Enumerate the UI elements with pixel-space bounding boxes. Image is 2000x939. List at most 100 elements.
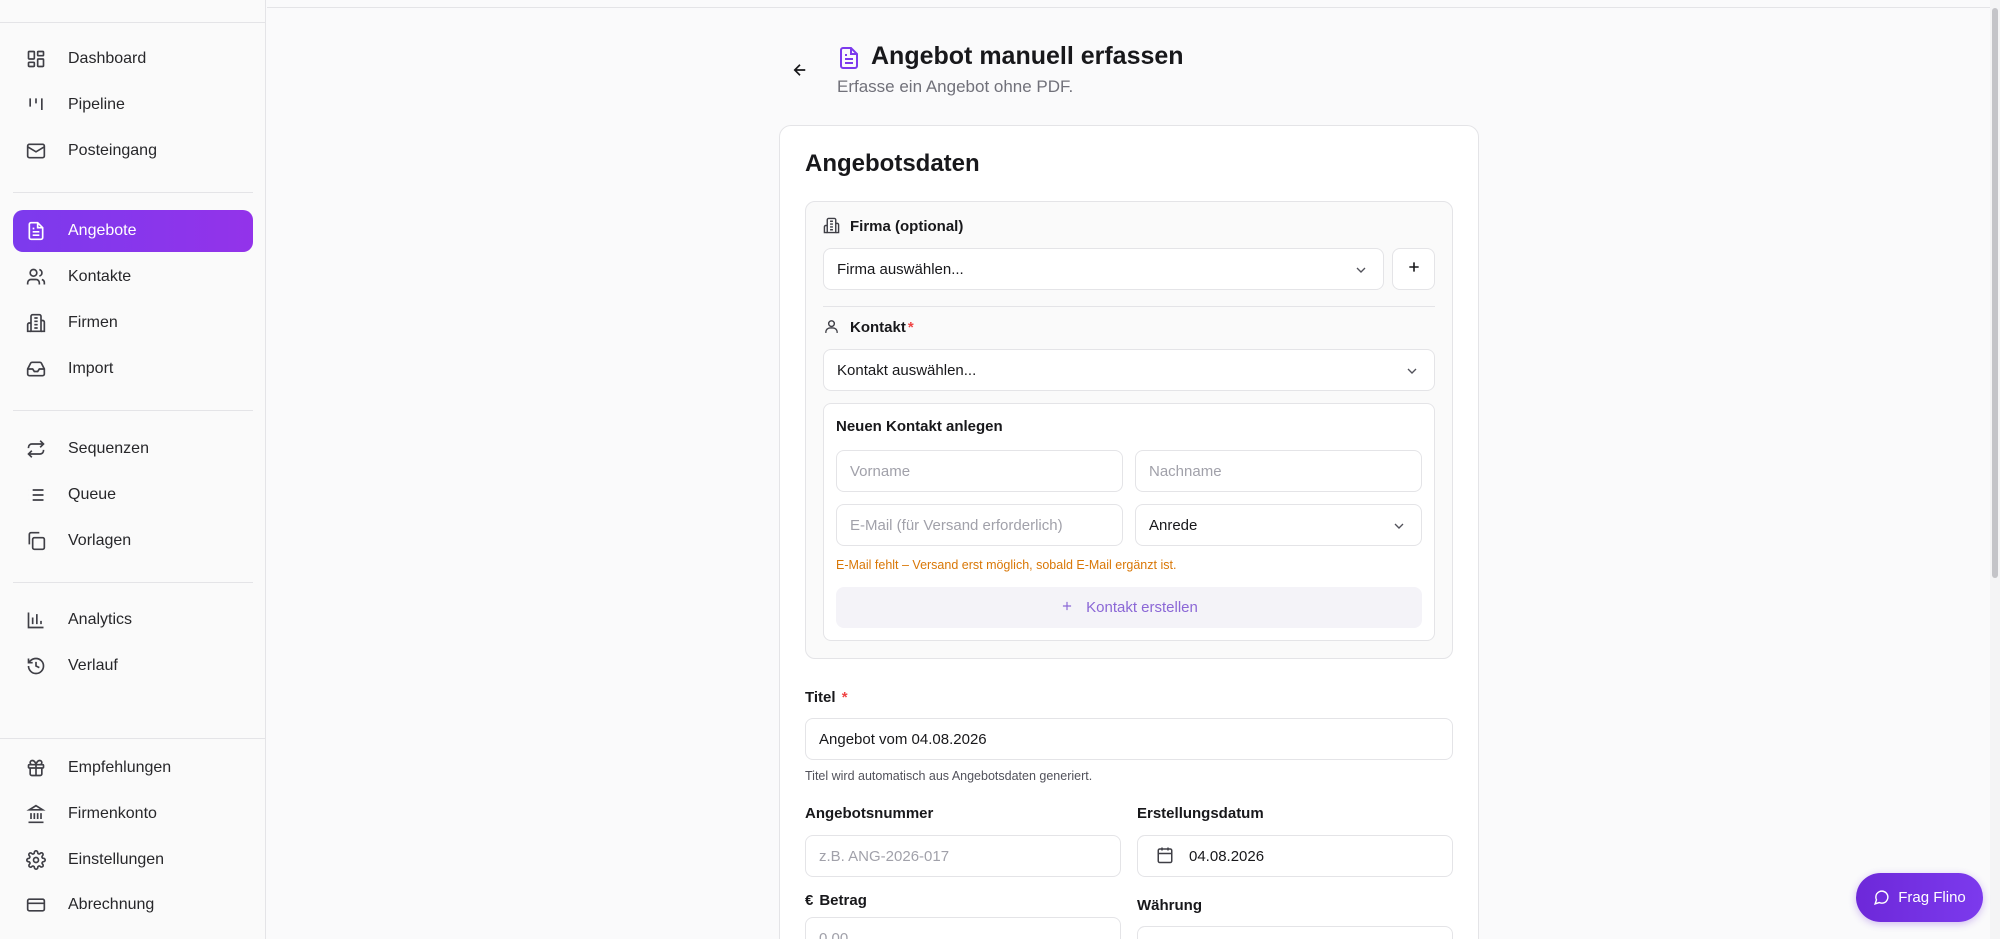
bank-icon: [25, 803, 47, 825]
chevron-down-icon: [1391, 518, 1407, 534]
firma-label-text: Firma (optional): [850, 217, 964, 235]
sidebar-item-angebote[interactable]: Angebote: [13, 210, 253, 252]
sidebar-top-divider: [0, 22, 266, 23]
calendar-icon: [1156, 846, 1174, 864]
arrow-left-icon: [791, 61, 809, 84]
sidebar-item-label: Firmenkonto: [68, 805, 157, 822]
create-contact-button[interactable]: Kontakt erstellen: [836, 587, 1422, 628]
waehrung-label: Währung: [1137, 897, 1202, 914]
sidebar-item-label: Verlauf: [68, 657, 118, 674]
plus-icon: [1060, 597, 1074, 618]
new-contact-title: Neuen Kontakt anlegen: [836, 418, 1003, 435]
gift-icon: [25, 757, 47, 779]
sidebar-divider: [13, 410, 253, 411]
users-icon: [25, 266, 47, 288]
sidebar-item-pipeline[interactable]: Pipeline: [13, 84, 253, 126]
chevron-down-icon: [1404, 363, 1420, 379]
user-icon: [823, 318, 841, 336]
chevron-down-icon: [1353, 262, 1369, 278]
document-icon: [837, 45, 861, 71]
sidebar-item-verlauf[interactable]: Verlauf: [13, 645, 253, 687]
create-contact-label: Kontakt erstellen: [1086, 599, 1198, 616]
titel-hint: Titel wird automatisch aus Angebotsdaten…: [805, 769, 1093, 783]
sidebar-item-firmenkonto[interactable]: Firmenkonto: [13, 793, 253, 835]
betrag-input[interactable]: 0,00: [805, 917, 1121, 939]
scrollbar-thumb[interactable]: [1992, 8, 1998, 578]
building-icon: [25, 312, 47, 334]
sidebar-item-label: Queue: [68, 486, 117, 503]
scrollbar[interactable]: [1990, 0, 2000, 939]
sidebar-divider: [0, 738, 266, 739]
back-button[interactable]: [786, 58, 814, 86]
sidebar-item-label: Import: [68, 360, 114, 377]
euro-icon: €: [805, 892, 814, 909]
sidebar-item-empfehlungen[interactable]: Empfehlungen: [13, 747, 253, 789]
building-icon: [823, 217, 841, 235]
titel-label-text: Titel: [805, 689, 836, 706]
document-icon: [25, 220, 47, 242]
pipeline-icon: [25, 94, 47, 116]
kontakt-label-text: Kontakt: [850, 318, 906, 336]
sidebar-item-label: Kontakte: [68, 268, 132, 285]
vorname-input[interactable]: Vorname: [836, 450, 1123, 492]
sidebar-item-label: Analytics: [68, 611, 133, 628]
anrede-select[interactable]: Anrede: [1135, 504, 1422, 546]
sidebar-item-firmen[interactable]: Firmen: [13, 302, 253, 344]
assistant-label: Frag Flino: [1898, 889, 1966, 906]
titel-input[interactable]: Angebot vom 04.08.2026: [805, 718, 1453, 760]
sidebar-item-vorlagen[interactable]: Vorlagen: [13, 520, 253, 562]
betrag-label: € Betrag: [805, 892, 867, 909]
sidebar-item-dashboard[interactable]: Dashboard: [13, 38, 253, 80]
sidebar-item-label: Dashboard: [68, 50, 147, 67]
sidebar-item-posteingang[interactable]: Posteingang: [13, 130, 253, 172]
page-title: Angebot manuell erfassen: [871, 42, 1184, 70]
email-warning: E-Mail fehlt – Versand erst möglich, sob…: [836, 558, 1177, 572]
waehrung-select[interactable]: [1137, 926, 1453, 939]
sidebar-item-label: Einstellungen: [68, 851, 165, 868]
dashboard-icon: [25, 48, 47, 70]
sidebar-item-analytics[interactable]: Analytics: [13, 599, 253, 641]
sidebar-item-import[interactable]: Import: [13, 348, 253, 390]
repeat-icon: [25, 438, 47, 460]
betrag-label-text: Betrag: [819, 892, 867, 909]
sidebar-item-sequenzen[interactable]: Sequenzen: [13, 428, 253, 470]
sidebar-item-kontakte[interactable]: Kontakte: [13, 256, 253, 298]
kontakt-label: Kontakt *: [823, 318, 914, 336]
sidebar-item-label: Sequenzen: [68, 440, 149, 457]
angebotsnummer-input[interactable]: z.B. ANG-2026-017: [805, 835, 1121, 877]
erstellungsdatum-label: Erstellungsdatum: [1137, 805, 1264, 822]
angebotsnummer-label: Angebotsnummer: [805, 805, 934, 822]
sidebar-item-label: Pipeline: [68, 96, 125, 113]
email-input[interactable]: E-Mail (für Versand erforderlich): [836, 504, 1123, 546]
sidebar-item-label: Firmen: [68, 314, 118, 331]
add-firma-button[interactable]: [1392, 248, 1435, 290]
sidebar-divider: [13, 582, 253, 583]
credit-card-icon: [25, 894, 47, 916]
sidebar-item-queue[interactable]: Queue: [13, 474, 253, 516]
chart-icon: [25, 609, 47, 631]
chat-icon: [1873, 889, 1890, 906]
sidebar-divider: [13, 192, 253, 193]
kontakt-select[interactable]: Kontakt auswählen...: [823, 349, 1435, 391]
required-marker: *: [907, 318, 914, 336]
firma-label: Firma (optional): [823, 217, 963, 235]
sidebar-item-label: Abrechnung: [68, 896, 155, 913]
plus-icon: [1406, 259, 1422, 280]
erstellungsdatum-input[interactable]: 04.08.2026: [1137, 835, 1453, 877]
inbox-icon: [25, 358, 47, 380]
section-title: Angebotsdaten: [805, 150, 980, 177]
titel-label: Titel *: [805, 689, 848, 706]
copy-icon: [25, 530, 47, 552]
nachname-input[interactable]: Nachname: [1135, 450, 1422, 492]
sidebar-item-label: Vorlagen: [68, 532, 132, 549]
assistant-button[interactable]: Frag Flino: [1856, 873, 1983, 922]
sidebar-item-einstellungen[interactable]: Einstellungen: [13, 839, 253, 881]
sidebar-item-label: Posteingang: [68, 142, 157, 159]
sidebar-item-abrechnung[interactable]: Abrechnung: [13, 884, 253, 926]
firma-select[interactable]: Firma auswählen...: [823, 248, 1384, 290]
page-subtitle: Erfasse ein Angebot ohne PDF.: [837, 77, 1074, 96]
history-icon: [25, 655, 47, 677]
sidebar-item-label: Angebote: [68, 222, 137, 239]
sidebar-item-label: Empfehlungen: [68, 759, 172, 776]
sidebar: Dashboard Pipeline Posteingang Angebote …: [0, 0, 266, 939]
